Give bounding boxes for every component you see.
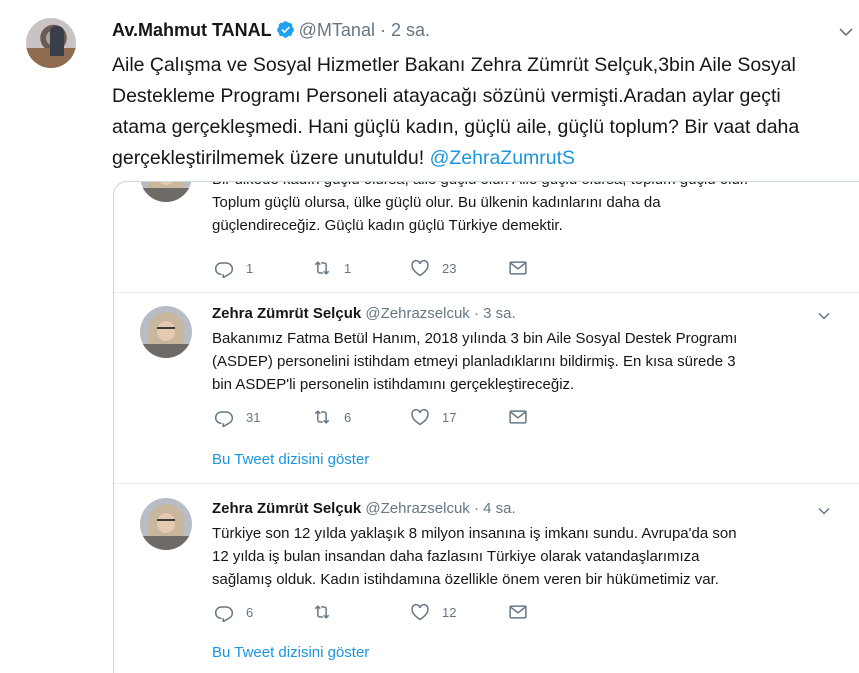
- retweet-count: 1: [344, 260, 352, 276]
- tweet-text-line: Türkiye son 12 yılda yaklaşık 8 milyon i…: [212, 525, 737, 542]
- tweet-text-line: Destekleme Programı Personeli atayacağı …: [112, 85, 781, 107]
- avatar[interactable]: [140, 182, 192, 202]
- tweet-header: Zehra Zümrüt Selçuk @Zehrazselcuk · 3 sa…: [212, 304, 516, 324]
- reply-icon: [214, 262, 234, 278]
- reply-button[interactable]: 1: [214, 258, 253, 278]
- tweet-text-line: gerçekleştirilmemek üzere unutuldu! @Zeh…: [112, 143, 852, 174]
- like-icon: [411, 603, 429, 621]
- like-count: 17: [442, 409, 457, 425]
- tweet-text-line: Bir ülkede kadın güçlü olursa, aile güçl…: [212, 182, 812, 191]
- tweet-text-line: Toplum güçlü olursa, ülke güçlü olur. Bu…: [212, 194, 661, 211]
- show-thread-link[interactable]: Bu Tweet dizisini göster: [212, 451, 369, 468]
- tweet-text-line: sağlamış olduk. Kadın istihdamına özelli…: [212, 571, 719, 588]
- tweet-text-line: Aile Çalışma ve Sosyal Hizmetler Bakanı …: [112, 54, 796, 76]
- retweet-icon: [314, 605, 330, 619]
- author-name[interactable]: Zehra Zümrüt Selçuk: [212, 305, 361, 322]
- like-button[interactable]: 17: [410, 407, 456, 427]
- thread-tweet[interactable]: Bir ülkede kadın güçlü olursa, aile güçl…: [114, 182, 859, 292]
- tweet-text: Türkiye son 12 yılda yaklaşık 8 milyon i…: [212, 522, 812, 591]
- author-avatar[interactable]: [26, 18, 76, 68]
- retweet-button[interactable]: [312, 602, 344, 622]
- direct-message-icon: [509, 261, 527, 275]
- reply-button[interactable]: 6: [214, 602, 253, 622]
- tweet-text-line: güçlendireceğiz. Güçlü kadın güçlü Türki…: [212, 217, 563, 234]
- retweet-button[interactable]: 1: [312, 258, 351, 278]
- tweet-text: Bir ülkede kadın güçlü olursa, aile güçl…: [212, 182, 812, 237]
- author-handle[interactable]: @Zehrazselcuk · 4 sa.: [365, 500, 515, 517]
- tweet-text: Aile Çalışma ve Sosyal Hizmetler Bakanı …: [112, 50, 852, 174]
- tweet-actions: 6 12: [214, 602, 634, 622]
- verified-badge-icon: [276, 21, 294, 38]
- reply-count: 6: [246, 604, 254, 620]
- reply-icon: [214, 606, 234, 622]
- tweet-text-line: bin ASDEP'li personelin istihdamını gerç…: [212, 376, 575, 393]
- tweet-actions: 1 1 23: [214, 258, 634, 278]
- tweet-header: Av.Mahmut TANAL @MTanal · 2 sa.: [112, 18, 430, 42]
- tweet-text-line: 12 yılda iş bulan insandan daha fazlasın…: [212, 548, 700, 565]
- header-separator: ·: [379, 20, 386, 40]
- author-name[interactable]: Zehra Zümrüt Selçuk: [212, 500, 361, 517]
- author-name[interactable]: Av.Mahmut TANAL: [112, 20, 272, 40]
- chevron-down-icon[interactable]: [817, 504, 831, 518]
- tweet-text: Bakanımız Fatma Betül Hanım, 2018 yılınd…: [212, 327, 812, 396]
- reply-count: 1: [246, 260, 254, 276]
- quoted-thread: Bir ülkede kadın güçlü olursa, aile güçl…: [113, 181, 859, 673]
- chevron-down-icon[interactable]: [817, 309, 831, 323]
- direct-message-button[interactable]: [508, 407, 540, 427]
- chevron-down-icon[interactable]: [838, 24, 854, 40]
- mention-link[interactable]: @ZehraZumrutS: [430, 147, 576, 169]
- tweet-text-line: Bakanımız Fatma Betül Hanım, 2018 yılınd…: [212, 330, 738, 347]
- retweet-icon: [314, 261, 330, 275]
- tweet-text-line: (ASDEP) personelini istihdam etmeyi plan…: [212, 353, 736, 370]
- tweet-header: Zehra Zümrüt Selçuk @Zehrazselcuk · 4 sa…: [212, 499, 516, 519]
- like-icon: [411, 259, 429, 277]
- direct-message-button[interactable]: [508, 258, 540, 278]
- reply-count: 31: [246, 409, 261, 425]
- direct-message-icon: [509, 410, 527, 424]
- tweet-timestamp[interactable]: 2 sa.: [391, 20, 430, 40]
- avatar[interactable]: [140, 498, 192, 550]
- retweet-button[interactable]: 6: [312, 407, 351, 427]
- show-thread-link[interactable]: Bu Tweet dizisini göster: [212, 644, 369, 661]
- thread-tweet[interactable]: Zehra Zümrüt Selçuk @Zehrazselcuk · 3 sa…: [114, 293, 859, 483]
- direct-message-icon: [509, 605, 527, 619]
- like-button[interactable]: 23: [410, 258, 456, 278]
- thread-tweet[interactable]: Zehra Zümrüt Selçuk @Zehrazselcuk · 4 sa…: [114, 484, 859, 673]
- like-count: 12: [442, 604, 457, 620]
- tweet-actions: 31 6 17: [214, 407, 634, 427]
- tweet-text-segment: gerçekleştirilmemek üzere unutuldu!: [112, 147, 430, 169]
- retweet-count: 6: [344, 409, 352, 425]
- avatar[interactable]: [140, 306, 192, 358]
- tweet-text-line: atama gerçekleşmedi. Hani güçlü kadın, g…: [112, 116, 800, 138]
- reply-button[interactable]: 31: [214, 407, 260, 427]
- like-icon: [411, 408, 429, 426]
- like-count: 23: [442, 260, 457, 276]
- author-handle[interactable]: @Zehrazselcuk · 3 sa.: [365, 305, 515, 322]
- like-button[interactable]: 12: [410, 602, 456, 622]
- main-tweet: Av.Mahmut TANAL @MTanal · 2 sa. Aile Çalı…: [0, 0, 859, 673]
- reply-icon: [214, 411, 234, 427]
- retweet-icon: [314, 410, 330, 424]
- author-handle[interactable]: @MTanal: [299, 20, 375, 40]
- direct-message-button[interactable]: [508, 602, 540, 622]
